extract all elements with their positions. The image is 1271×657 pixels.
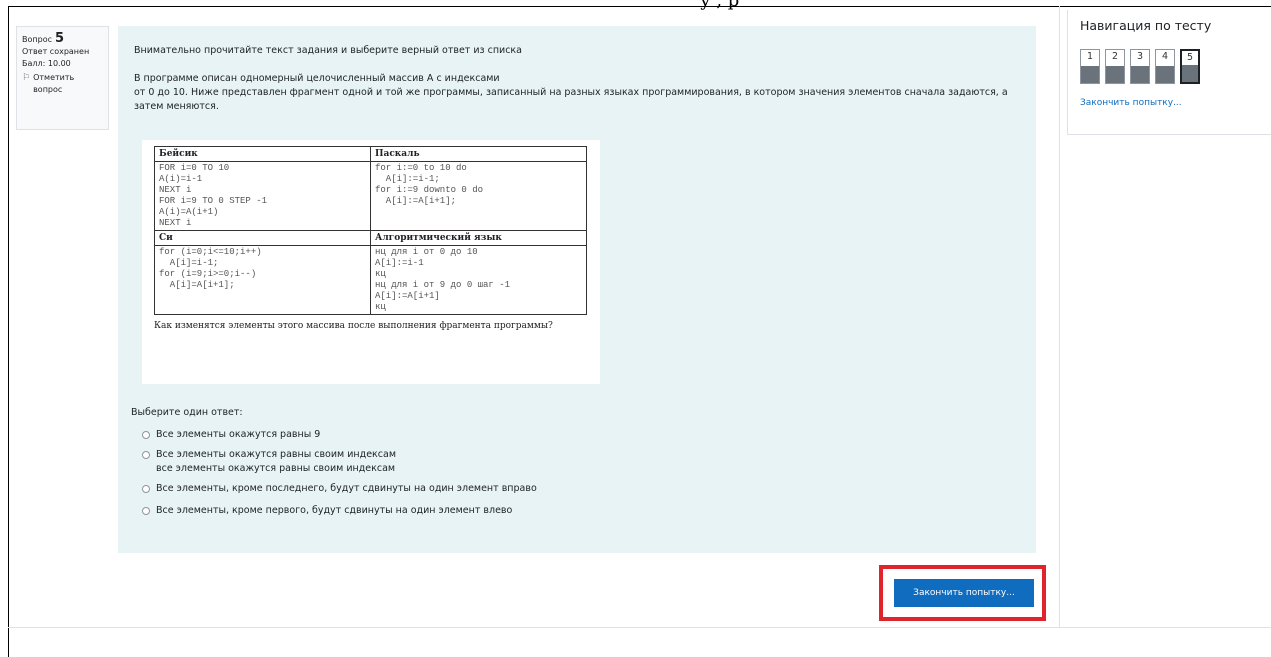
radio-button[interactable] — [142, 431, 150, 439]
nav-question-2[interactable]: 2 — [1105, 49, 1125, 84]
question-content: Внимательно прочитайте текст задания и в… — [118, 26, 1036, 553]
answer-option-1[interactable]: Все элементы окажутся равны 9 — [142, 428, 537, 442]
nav-question-1[interactable]: 1 — [1080, 49, 1100, 84]
question-score: Балл: 10.00 — [22, 59, 71, 68]
radio-button[interactable] — [142, 451, 150, 459]
finish-attempt-link[interactable]: Закончить попытку... — [1080, 98, 1259, 108]
quiz-navigation: Навигация по тесту 1 2 3 4 5 Закончить п… — [1067, 10, 1271, 135]
answer-label: Все элементы окажутся равны 9 — [156, 429, 321, 440]
quiz-navigation-title: Навигация по тесту — [1080, 18, 1212, 33]
question-caption: Как изменятся элементы этого массива пос… — [154, 321, 553, 331]
header-basic: Бейсик — [154, 146, 371, 162]
program-code-table: Бейсик Паскаль FOR i=0 TO 10 A(i)=i-1 NE… — [154, 146, 587, 315]
page-cut-text: у , р — [700, 0, 740, 11]
answer-option-2[interactable]: Все элементы окажутся равны своим индекс… — [142, 448, 537, 476]
code-c: for (i=0;i<=10;i++) A[i]=i-1; for (i=9;i… — [159, 247, 262, 290]
sidebar-divider — [1059, 6, 1060, 627]
question-instruction: Внимательно прочитайте текст задания и в… — [134, 45, 522, 56]
answer-list: Все элементы окажутся равны 9 Все элемен… — [142, 428, 537, 524]
nav-question-4[interactable]: 4 — [1155, 49, 1175, 84]
flag-question-link[interactable]: ⚐ Отметить вопрос — [22, 72, 103, 96]
question-text-line2: от 0 до 10. Ниже представлен фрагмент од… — [134, 87, 1008, 112]
answer-option-4[interactable]: Все элементы, кроме первого, будут сдвин… — [142, 504, 537, 518]
program-code-image: Бейсик Паскаль FOR i=0 TO 10 A(i)=i-1 NE… — [142, 140, 600, 384]
question-number-line: Вопрос 5 — [22, 31, 103, 46]
radio-button[interactable] — [142, 507, 150, 515]
radio-button[interactable] — [142, 485, 150, 493]
footer-divider — [8, 627, 1271, 628]
nav-question-5[interactable]: 5 — [1180, 49, 1200, 84]
header-c: Си — [154, 230, 371, 246]
code-pascal: for i:=0 to 10 do A[i]:=i-1; for i:=9 do… — [375, 163, 484, 206]
page-left-border — [8, 6, 9, 657]
answer-option-3[interactable]: Все элементы, кроме последнего, будут сд… — [142, 482, 537, 496]
header-algo: Алгоритмический язык — [370, 230, 587, 246]
nav-question-3[interactable]: 3 — [1130, 49, 1150, 84]
question-label: Вопрос — [22, 35, 52, 44]
choose-label: Выберите один ответ: — [131, 407, 243, 418]
flag-question-label: Отметить вопрос — [33, 73, 75, 94]
flag-icon: ⚐ — [22, 73, 31, 83]
question-number: 5 — [54, 31, 65, 46]
question-text-line1: В программе описан одномерный целочислен… — [134, 73, 500, 84]
question-info: Вопрос 5 Ответ сохранен Балл: 10.00 ⚐ От… — [16, 26, 109, 130]
code-algo: нц для i от 0 до 10 A[i]:=i-1 кц нц для … — [375, 247, 511, 312]
answer-label: Все элементы окажутся равны своим индекс… — [156, 449, 396, 474]
header-pascal: Паскаль — [370, 146, 587, 162]
code-basic: FOR i=0 TO 10 A(i)=i-1 NEXT i FOR i=9 TO… — [159, 163, 268, 228]
answer-label: Все элементы, кроме последнего, будут сд… — [156, 483, 537, 494]
question-status: Ответ сохранен — [22, 47, 90, 56]
finish-attempt-button[interactable]: Закончить попытку... — [894, 579, 1034, 607]
quiz-navigation-buttons: 1 2 3 4 5 — [1080, 49, 1259, 84]
answer-label: Все элементы, кроме первого, будут сдвин… — [156, 505, 513, 516]
page-top-border — [8, 6, 1271, 7]
